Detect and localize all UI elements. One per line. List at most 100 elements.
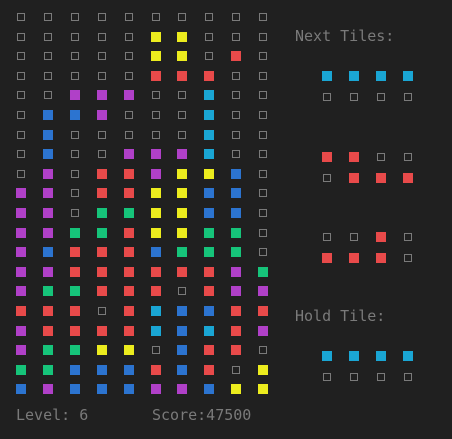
board-cell-empty xyxy=(232,150,241,159)
board-cell-empty xyxy=(17,32,25,41)
board-cell-empty xyxy=(97,13,106,21)
board-cell-filled xyxy=(69,364,80,375)
board-cell-filled xyxy=(96,266,107,277)
board-cell-empty xyxy=(43,91,52,100)
board-cell-filled xyxy=(69,306,80,316)
board-cell-filled xyxy=(204,325,215,336)
board-cell-filled xyxy=(123,364,134,375)
board-cell-filled xyxy=(42,168,53,179)
board-cell-filled xyxy=(42,188,53,199)
game-board xyxy=(0,0,452,439)
board-cell-filled xyxy=(42,129,53,140)
board-cell-filled xyxy=(204,129,215,140)
board-cell-filled xyxy=(150,286,161,297)
board-cell-empty xyxy=(70,71,79,80)
board-cell-filled xyxy=(16,384,26,395)
board-cell-filled xyxy=(123,325,134,336)
board-cell-filled xyxy=(231,188,242,199)
board-cell-filled xyxy=(96,247,107,258)
board-cell-empty xyxy=(205,32,214,41)
board-cell-empty xyxy=(259,209,268,217)
board-cell-filled xyxy=(96,188,107,199)
board-cell-filled xyxy=(177,325,188,336)
board-cell-empty xyxy=(151,13,160,21)
board-cell-empty xyxy=(259,13,268,21)
board-cell-filled xyxy=(177,51,188,62)
board-cell-empty xyxy=(70,32,79,41)
board-cell-filled xyxy=(204,208,215,218)
board-cell-filled xyxy=(123,149,134,160)
board-cell-filled xyxy=(123,247,134,258)
board-cell-filled xyxy=(177,168,188,179)
board-cell-filled xyxy=(150,149,161,160)
board-cell-empty xyxy=(124,13,133,21)
board-cell-empty xyxy=(232,365,241,374)
board-cell-filled xyxy=(42,286,53,297)
board-cell-filled xyxy=(96,364,107,375)
board-cell-filled xyxy=(204,364,215,375)
level-display: Level: 6 xyxy=(16,406,89,424)
board-cell-filled xyxy=(16,325,26,336)
board-cell-empty xyxy=(259,169,268,178)
board-cell-filled xyxy=(123,90,134,101)
board-cell-empty xyxy=(70,169,79,178)
board-cell-filled xyxy=(231,384,242,395)
board-cell-empty xyxy=(124,71,133,80)
board-cell-filled xyxy=(16,306,26,316)
board-cell-filled xyxy=(150,51,161,62)
board-cell-filled xyxy=(204,306,215,316)
board-cell-filled xyxy=(204,149,215,160)
next-piece-cell-filled xyxy=(322,152,332,162)
board-cell-empty xyxy=(259,189,268,198)
board-cell-filled xyxy=(231,208,242,218)
board-cell-filled xyxy=(123,188,134,199)
board-cell-filled xyxy=(258,364,269,375)
board-cell-filled xyxy=(69,266,80,277)
hold-piece-cell-filled xyxy=(403,351,413,361)
board-cell-empty xyxy=(17,150,25,159)
board-cell-filled xyxy=(231,51,242,62)
hold-piece-cell-empty xyxy=(377,372,385,381)
next-piece-cell-filled xyxy=(349,172,359,183)
board-cell-filled xyxy=(69,247,80,258)
board-cell-filled xyxy=(177,266,188,277)
board-cell-empty xyxy=(17,169,25,178)
board-cell-filled xyxy=(69,384,80,395)
board-cell-empty xyxy=(259,150,268,159)
board-cell-empty xyxy=(124,130,133,139)
board-cell-filled xyxy=(150,306,161,316)
board-cell-filled xyxy=(16,227,26,238)
board-cell-empty xyxy=(43,52,52,61)
board-cell-filled xyxy=(204,188,215,199)
board-cell-filled xyxy=(96,168,107,179)
next-piece-cell-filled xyxy=(322,71,332,81)
board-cell-empty xyxy=(151,346,160,355)
next-piece-cell-filled xyxy=(349,71,359,81)
board-cell-empty xyxy=(124,111,133,119)
board-cell-filled xyxy=(150,31,161,42)
board-cell-filled xyxy=(150,70,161,81)
board-cell-filled xyxy=(16,364,26,375)
next-piece-cell-empty xyxy=(377,153,385,161)
board-cell-empty xyxy=(17,52,25,61)
board-cell-filled xyxy=(177,306,188,316)
board-cell-empty xyxy=(43,71,52,80)
board-cell-filled xyxy=(42,110,53,120)
board-cell-empty xyxy=(70,52,79,61)
board-cell-filled xyxy=(150,247,161,258)
board-cell-filled xyxy=(204,286,215,297)
board-cell-empty xyxy=(205,13,214,21)
board-cell-filled xyxy=(204,90,215,101)
board-cell-filled xyxy=(231,325,242,336)
board-cell-filled xyxy=(231,266,242,277)
hold-piece-cell-filled xyxy=(322,351,332,361)
board-cell-filled xyxy=(150,208,161,218)
board-cell-empty xyxy=(17,13,25,21)
board-cell-empty xyxy=(259,248,268,257)
board-cell-empty xyxy=(124,32,133,41)
board-cell-filled xyxy=(204,110,215,120)
board-cell-filled xyxy=(42,149,53,160)
board-cell-filled xyxy=(96,286,107,297)
board-cell-empty xyxy=(178,13,187,21)
board-cell-empty xyxy=(259,71,268,80)
